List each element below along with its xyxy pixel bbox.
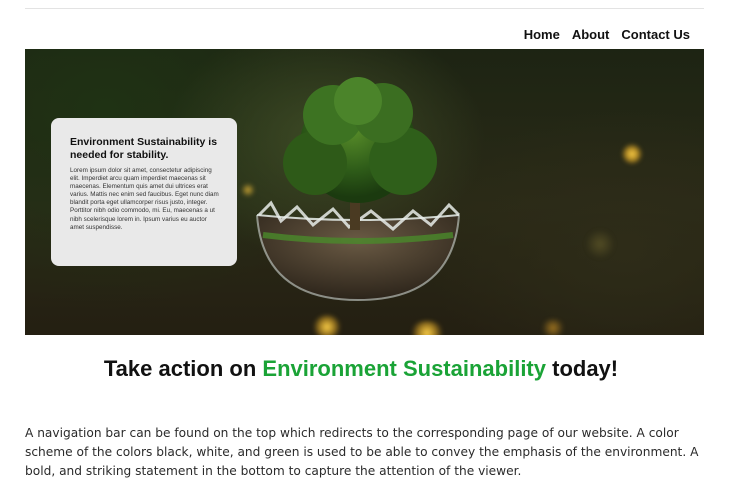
bokeh-light [410,321,444,335]
nav-about-link[interactable]: About [572,27,610,42]
nav-home-link[interactable]: Home [524,27,560,42]
main-nav: Home About Contact Us [524,27,690,42]
description-paragraph: A navigation bar can be found on the top… [25,426,699,478]
page-headline: Take action on Environment Sustainabilit… [0,356,722,382]
hero-banner: Environment Sustainability is needed for… [25,49,704,335]
bokeh-light [313,315,341,335]
info-card: Environment Sustainability is needed for… [51,118,237,266]
headline-suffix: today! [546,356,619,381]
bokeh-light [540,319,566,335]
nav-contact-link[interactable]: Contact Us [621,27,690,42]
top-divider [25,8,704,9]
bokeh-light [585,229,615,259]
headline-accent: Environment Sustainability [262,356,546,381]
bokeh-light [622,144,642,164]
card-title: Environment Sustainability is needed for… [70,136,218,161]
headline-prefix: Take action on [103,356,263,381]
tree-globe-image [256,77,461,302]
card-body-text: Lorem ipsum dolor sit amet, consectetur … [70,167,219,231]
